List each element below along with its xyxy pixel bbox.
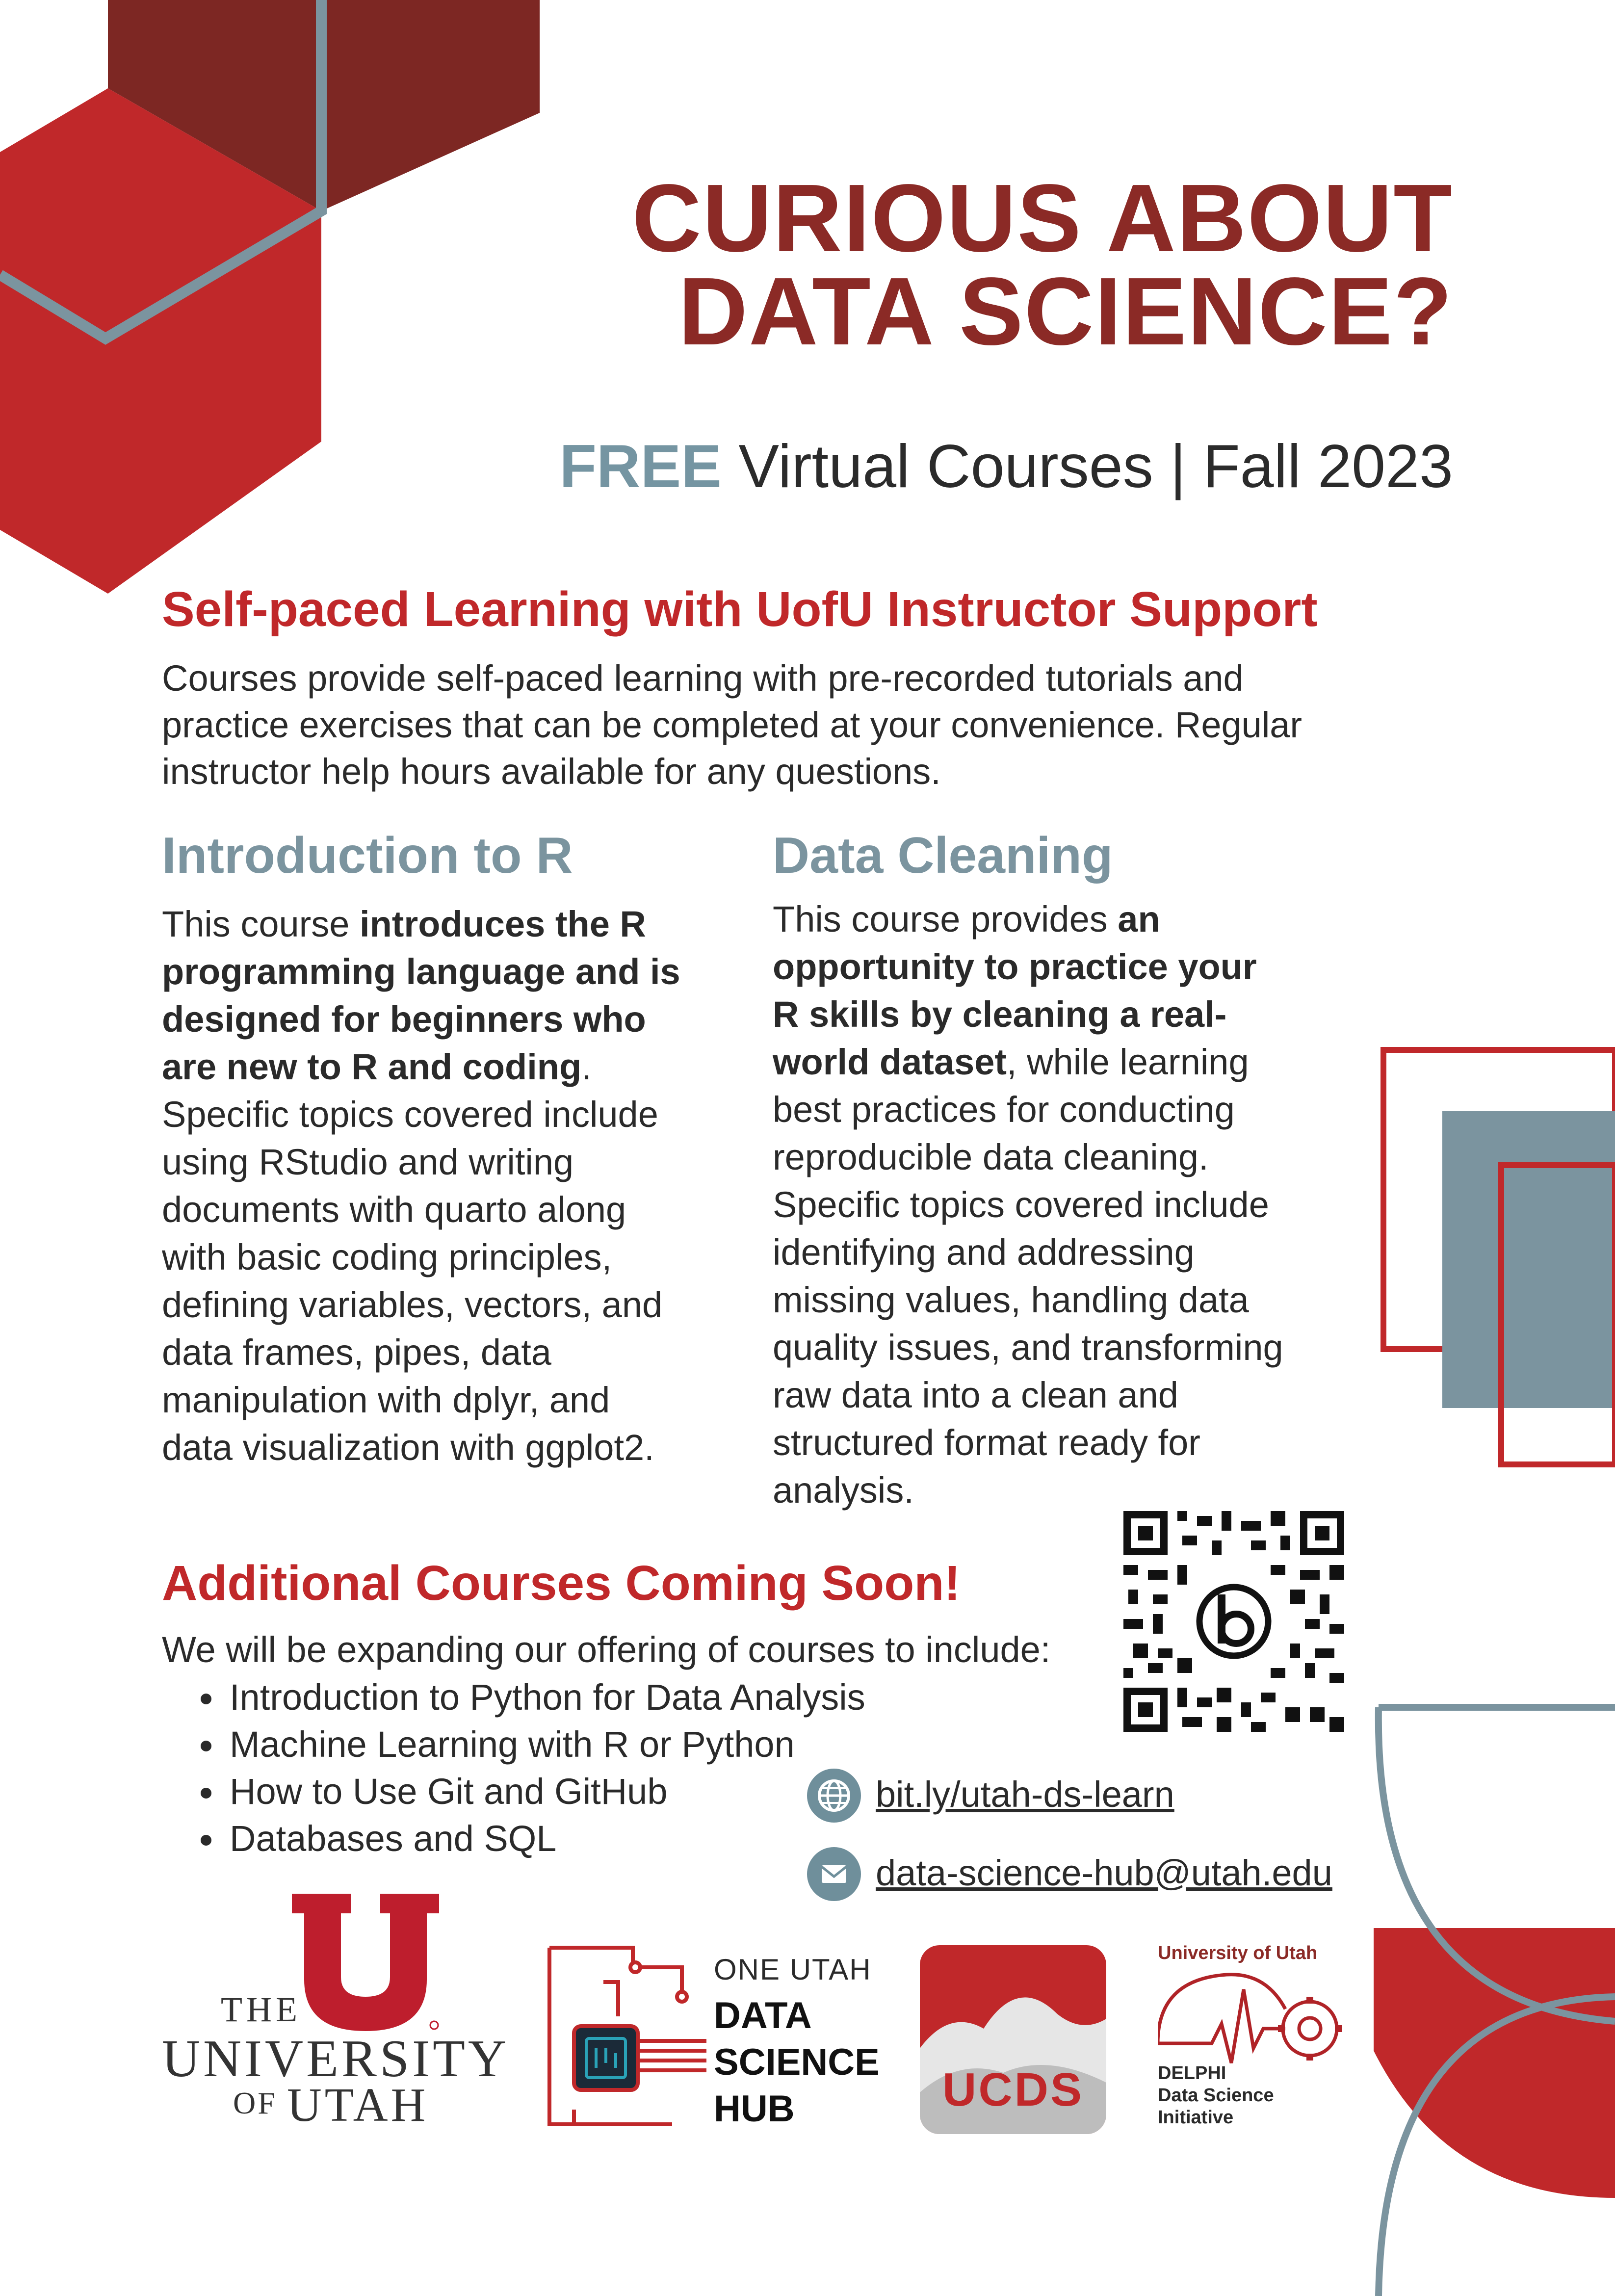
additional-intro: We will be expanding our offering of cou…	[162, 1629, 1051, 1670]
course-r-heading: Introduction to R	[162, 827, 573, 884]
globe-icon	[807, 1769, 861, 1823]
list-item: How to Use Git and GitHub	[226, 1768, 865, 1815]
subtitle-rest: Virtual Courses | Fall 2023	[721, 433, 1453, 500]
course-r-rest: . Specific topics covered include using …	[162, 1046, 663, 1468]
intro-line-2: practice exercises that can be completed…	[162, 704, 1302, 745]
intro-text: Courses provide self-paced learning with…	[162, 655, 1437, 795]
hub-line-2: DATA	[714, 1995, 812, 2036]
circuit-icon	[547, 1946, 706, 2126]
block-u-icon	[292, 1894, 439, 2031]
intro-line-1: Courses provide self-paced learning with…	[162, 658, 1244, 699]
uofu-the: THE	[221, 1990, 301, 2029]
delphi-line-3: Initiative	[1158, 2107, 1234, 2128]
title-line-2: DATA SCIENCE?	[678, 258, 1453, 365]
list-item: Machine Learning with R or Python	[226, 1721, 865, 1768]
course-r-lead: This course	[162, 904, 360, 944]
additional-course-list: Introduction to Python for Data Analysis…	[162, 1674, 865, 1862]
delphi-line-2: Data Science	[1158, 2085, 1274, 2106]
envelope-icon	[807, 1847, 861, 1901]
page-title: CURIOUS ABOUT DATA SCIENCE?	[632, 164, 1453, 365]
qr-code[interactable]	[1123, 1511, 1344, 1732]
delphi-line-1: DELPHI	[1158, 2063, 1226, 2084]
list-item: Databases and SQL	[226, 1815, 865, 1862]
university-of-utah-logo: THE UNIVERSITY OF UTAH	[157, 1894, 510, 2139]
ucds-logo: UCDS	[920, 1945, 1106, 2134]
intro-heading: Self-paced Learning with UofU Instructor…	[162, 582, 1318, 637]
subtitle: FREE Virtual Courses | Fall 2023	[559, 432, 1453, 501]
course-cleaning-lead: This course provides	[773, 899, 1118, 939]
hub-line-4: HUB	[714, 2088, 795, 2130]
hub-line-3: SCIENCE	[714, 2041, 880, 2083]
delphi-logo: University of Utah DELPHI Data Science I…	[1153, 1940, 1359, 2146]
delphi-top: University of Utah	[1158, 1943, 1318, 1963]
course-cleaning-description: This course provides an opportunity to p…	[773, 895, 1293, 1514]
uofu-of: OF	[233, 2086, 277, 2120]
course-cleaning-rest: , while learning best practices for cond…	[773, 1042, 1283, 1511]
ucds-label: UCDS	[942, 2063, 1084, 2116]
additional-heading: Additional Courses Coming Soon!	[162, 1556, 961, 1611]
course-cleaning-heading: Data Cleaning	[773, 827, 1113, 884]
email-link[interactable]: data-science-hub@utah.edu	[876, 1852, 1332, 1894]
list-item: Introduction to Python for Data Analysis	[226, 1674, 865, 1721]
title-line-1: CURIOUS ABOUT	[632, 164, 1453, 272]
intro-line-3: instructor help hours available for any …	[162, 751, 941, 792]
subtitle-free: FREE	[559, 433, 722, 500]
data-science-hub-logo: ONE UTAH DATA SCIENCE HUB	[545, 1943, 888, 2139]
hub-line-1: ONE UTAH	[714, 1953, 872, 1986]
uofu-utah: UTAH	[287, 2079, 429, 2132]
website-link[interactable]: bit.ly/utah-ds-learn	[876, 1774, 1174, 1815]
course-r-description: This course introduces the R programming…	[162, 900, 682, 1471]
